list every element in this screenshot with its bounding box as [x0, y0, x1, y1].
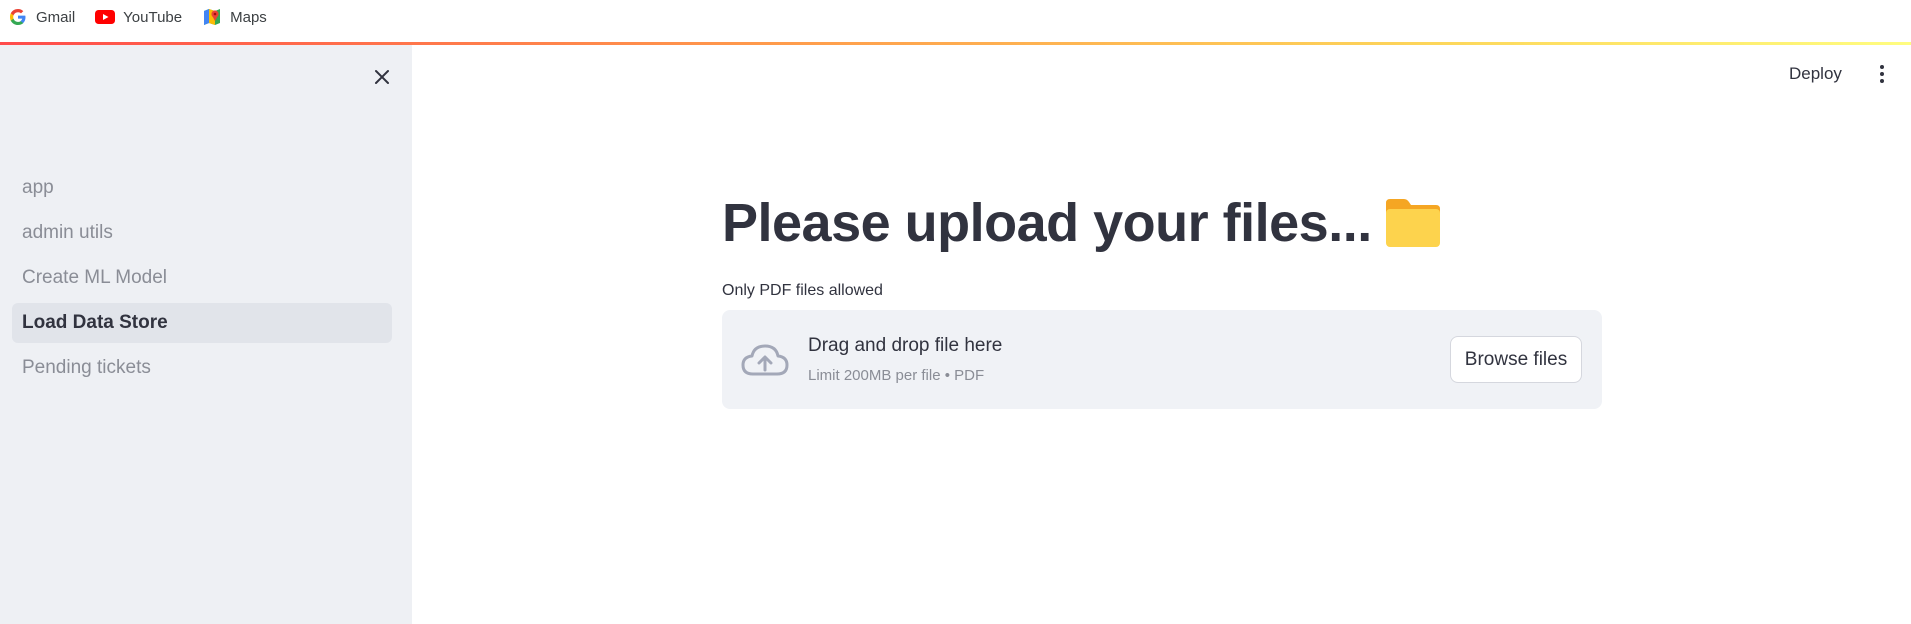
main-menu-button[interactable]	[1872, 59, 1892, 89]
kebab-menu-icon	[1880, 65, 1884, 69]
sidebar-item-create-ml-model[interactable]: Create ML Model	[12, 258, 392, 298]
google-icon	[8, 7, 28, 27]
deploy-button[interactable]: Deploy	[1789, 61, 1842, 87]
bookmark-label: Gmail	[36, 8, 76, 26]
sidebar-item-load-data-store[interactable]: Load Data Store	[12, 303, 392, 343]
main-content: Deploy Please upload your files... Only …	[412, 45, 1911, 624]
bookmark-label: Maps	[230, 8, 267, 26]
dropzone-subtitle: Limit 200MB per file • PDF	[808, 367, 985, 384]
browse-files-button[interactable]: Browse files	[1450, 336, 1582, 383]
sidebar-item-admin-utils[interactable]: admin utils	[12, 213, 392, 253]
bookmark-gmail[interactable]: Gmail	[8, 0, 75, 34]
bookmark-youtube[interactable]: YouTube	[95, 0, 182, 34]
file-dropzone[interactable]: Drag and drop file here Limit 200MB per …	[722, 310, 1602, 409]
dropzone-title: Drag and drop file here	[808, 335, 1003, 356]
bookmark-maps[interactable]: Maps	[202, 0, 267, 34]
bookmarks-bar: Gmail YouTube Maps	[0, 0, 1911, 34]
close-sidebar-button[interactable]	[370, 65, 394, 89]
youtube-icon	[95, 7, 116, 27]
uploader-label: Only PDF files allowed	[722, 282, 883, 299]
folder-icon	[1384, 197, 1442, 249]
close-icon	[375, 70, 389, 84]
maps-icon	[202, 7, 222, 27]
page-body: Please upload your files... Only PDF fil…	[722, 188, 1602, 409]
bookmark-label: YouTube	[123, 8, 183, 26]
page-title: Please upload your files...	[722, 188, 1602, 258]
sidebar-item-app[interactable]: app	[12, 168, 392, 208]
cloud-upload-icon	[741, 344, 789, 376]
sidebar-nav: app admin utils Create ML Model Load Dat…	[12, 168, 392, 393]
sidebar: app admin utils Create ML Model Load Dat…	[0, 45, 412, 624]
page-title-text: Please upload your files...	[722, 193, 1372, 253]
sidebar-item-pending-tickets[interactable]: Pending tickets	[12, 348, 392, 388]
